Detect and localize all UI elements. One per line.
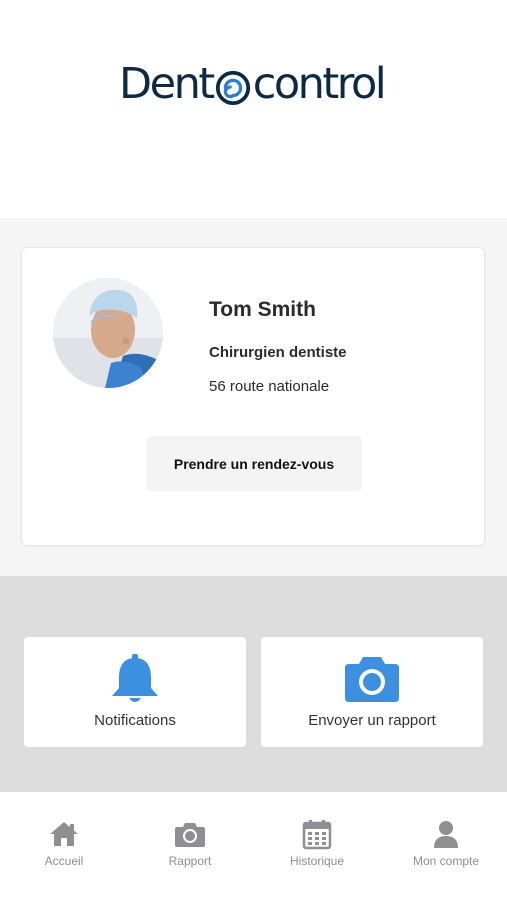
dentist-name: Tom Smith <box>209 298 316 321</box>
home-icon <box>50 822 78 846</box>
logo-text-left: Dent <box>119 59 215 109</box>
tab-rapport-label: Rapport <box>168 854 212 868</box>
dentist-avatar <box>53 278 163 388</box>
bell-icon <box>112 654 158 702</box>
send-report-card[interactable]: Envoyer un rapport <box>261 637 483 747</box>
notifications-label: Notifications <box>94 712 176 729</box>
bottom-tab-bar: Accueil Rapport Historique Mon compte <box>0 792 507 900</box>
tab-historique-label: Historique <box>289 854 345 868</box>
tab-historique[interactable]: Historique <box>262 818 372 868</box>
dentist-profile-card: Tom Smith Chirurgien dentiste 56 route n… <box>22 248 484 545</box>
send-report-label: Envoyer un rapport <box>308 712 436 729</box>
dentist-title: Chirurgien dentiste <box>209 344 347 361</box>
profile-section: Tom Smith Chirurgien dentiste 56 route n… <box>0 218 507 576</box>
quick-actions-section: Notifications Envoyer un rapport <box>0 576 507 792</box>
tab-mon-compte[interactable]: Mon compte <box>391 818 501 868</box>
tab-rapport[interactable]: Rapport <box>135 818 245 868</box>
tab-accueil[interactable]: Accueil <box>9 818 119 868</box>
notifications-card[interactable]: Notifications <box>24 637 246 747</box>
app-header: Dent control <box>0 0 507 218</box>
camera-icon <box>345 657 399 702</box>
calendar-icon <box>302 820 332 850</box>
logo-text-right: control <box>252 59 387 109</box>
user-icon <box>434 821 458 848</box>
dentocontrol-logo: Dent control <box>119 58 387 110</box>
book-appointment-button[interactable]: Prendre un rendez-vous <box>146 436 362 491</box>
dentist-address: 56 route nationale <box>209 378 330 395</box>
tab-accueil-label: Accueil <box>44 854 84 868</box>
camera-icon <box>175 823 205 847</box>
logo-swirl-icon <box>215 70 250 106</box>
tab-mon-compte-label: Mon compte <box>412 854 480 868</box>
